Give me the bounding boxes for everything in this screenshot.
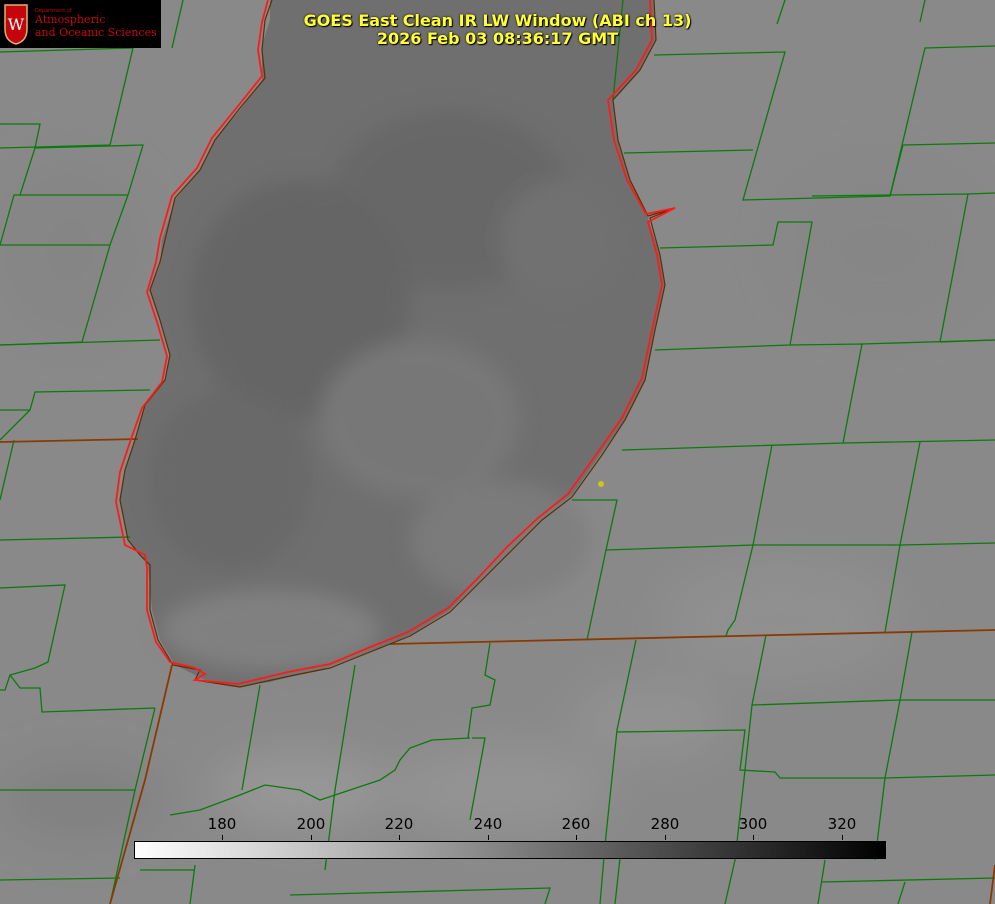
colorbar-tick xyxy=(488,835,489,840)
colorbar-tick-label: 200 xyxy=(296,815,326,833)
colorbar-tick xyxy=(576,835,577,840)
colorbar-tick-label: 260 xyxy=(561,815,591,833)
colorbar-tick xyxy=(665,835,666,840)
colorbar-tick xyxy=(399,835,400,840)
colorbar-tick xyxy=(842,835,843,840)
colorbar xyxy=(134,841,886,859)
image-timestamp: 2026 Feb 03 08:36:17 GMT xyxy=(376,29,619,48)
satellite-image: W Department of Atmospheric and Oceanic … xyxy=(0,0,995,904)
colorbar-tick-label: 180 xyxy=(207,815,237,833)
colorbar-tick xyxy=(311,835,312,840)
colorbar-tick-label: 320 xyxy=(827,815,857,833)
colorbar-tick-label: 280 xyxy=(650,815,680,833)
colorbar-tick xyxy=(222,835,223,840)
colorbar-tick-label: 300 xyxy=(738,815,768,833)
colorbar-tick xyxy=(753,835,754,840)
colorbar-tick-label: 240 xyxy=(473,815,503,833)
location-marker xyxy=(598,481,604,487)
map-canvas xyxy=(0,0,995,904)
colorbar-tick-label: 220 xyxy=(384,815,414,833)
image-title: GOES East Clean IR LW Window (ABI ch 13) xyxy=(303,11,692,30)
